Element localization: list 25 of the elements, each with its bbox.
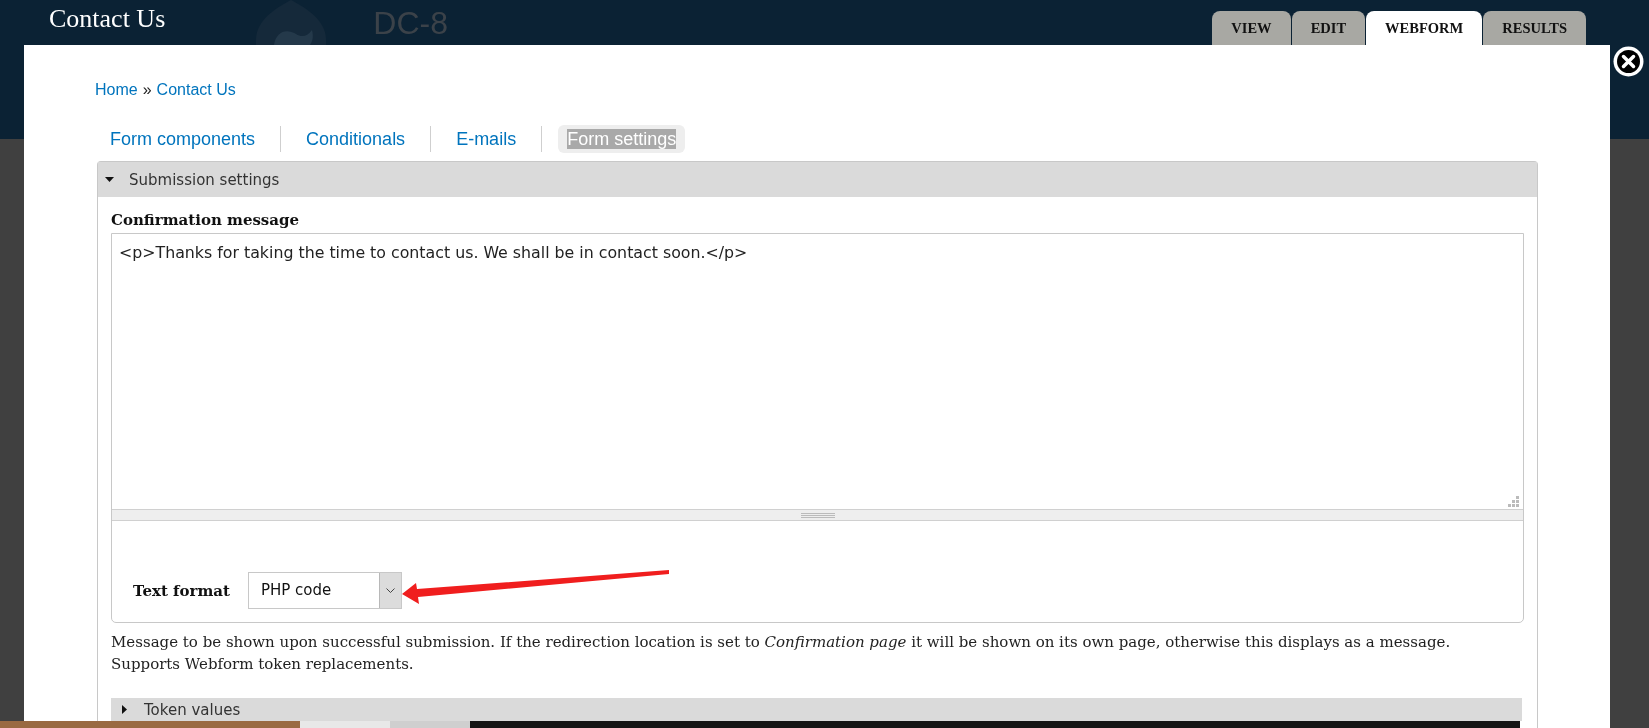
- section-toggle[interactable]: Submission settings: [98, 162, 1537, 197]
- caret-right-icon: [122, 705, 127, 714]
- tab[interactable]: E-mails: [447, 125, 526, 153]
- tab[interactable]: EDIT: [1291, 11, 1366, 45]
- grip-lines-icon: [800, 512, 835, 518]
- tab[interactable]: Form components: [101, 125, 265, 153]
- page-title: Contact Us: [49, 3, 166, 35]
- close-icon[interactable]: [1613, 45, 1644, 78]
- caret-down-icon: [105, 177, 114, 182]
- field-description: Message to be shown upon successful submission. If the redirection location is set to Confirmation page it will be shown on its own page, otherwise this displays as a message. Supports Webform token replacements.: [111, 632, 1452, 675]
- tab[interactable]: Conditionals: [297, 125, 415, 153]
- chevron-down-icon: [385, 588, 395, 593]
- section-toggle[interactable]: Token values: [111, 698, 1522, 721]
- message-textarea[interactable]: <p>Thanks for taking the time to contact us. We shall be in contact soon.</p>: [112, 234, 1523, 509]
- breadcrumb-link[interactable]: Home: [95, 79, 138, 101]
- breadcrumb-link[interactable]: Contact Us: [156, 79, 236, 101]
- tab[interactable]: RESULTS: [1483, 11, 1586, 45]
- tab[interactable]: VIEW: [1212, 11, 1291, 45]
- text-format-select[interactable]: PHP code: [247, 572, 402, 609]
- tab[interactable]: WEBFORM: [1366, 11, 1483, 45]
- resize-handle[interactable]: [112, 509, 1523, 521]
- field-label: Confirmation message: [111, 210, 301, 230]
- field-label: Text format: [133, 580, 230, 601]
- breadcrumb-separator: »: [142, 80, 152, 100]
- resize-grip-icon[interactable]: [1508, 496, 1519, 507]
